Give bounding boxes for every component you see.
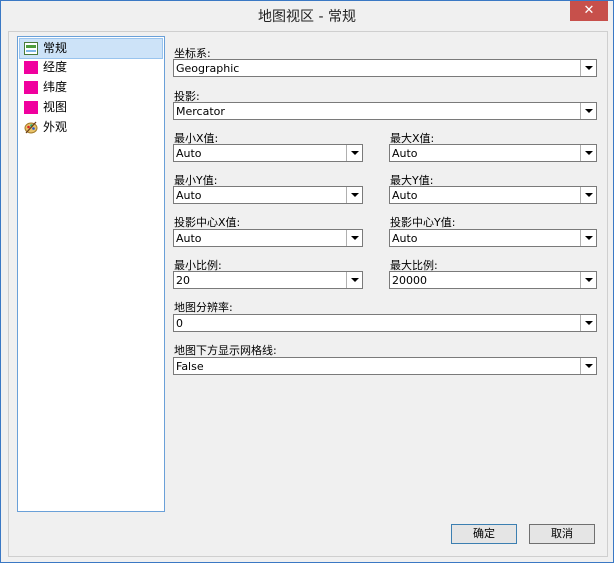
close-button[interactable]: ✕ <box>570 1 608 21</box>
max-y-value: Auto <box>392 189 418 202</box>
nav-item-latitude[interactable]: 纬度 <box>20 78 162 97</box>
max-scale-select[interactable]: 20000 <box>389 271 597 289</box>
dialog-content: 常规 经度 纬度 视图 外观 坐标系: Geographic 投影: Merca… <box>8 31 608 557</box>
max-x-value: Auto <box>392 147 418 160</box>
chevron-down-icon[interactable] <box>346 187 362 203</box>
map-resolution-label: 地图分辨率: <box>174 301 233 314</box>
pink-square-icon <box>24 81 38 94</box>
window-title: 地图视区 - 常规 <box>258 9 356 25</box>
ok-button[interactable]: 确定 <box>451 524 517 544</box>
chevron-down-icon[interactable] <box>580 145 596 161</box>
show-gridlines-select[interactable]: False <box>173 357 597 375</box>
nav-item-label: 视图 <box>43 100 68 114</box>
projection-value: Mercator <box>176 105 225 118</box>
projection-select[interactable]: Mercator <box>173 102 597 120</box>
nav-item-longitude[interactable]: 经度 <box>20 58 162 77</box>
title-bar: 地图视区 - 常规 ✕ <box>1 1 613 31</box>
max-y-select[interactable]: Auto <box>389 186 597 204</box>
chevron-down-icon[interactable] <box>580 103 596 119</box>
min-y-value: Auto <box>176 189 202 202</box>
chevron-down-icon[interactable] <box>580 358 596 374</box>
max-x-select[interactable]: Auto <box>389 144 597 162</box>
chevron-down-icon[interactable] <box>580 272 596 288</box>
min-x-select[interactable]: Auto <box>173 144 363 162</box>
dialog-window: 地图视区 - 常规 ✕ 常规 经度 纬度 视图 外观 坐标系: Geograph… <box>0 0 614 563</box>
map-resolution-value: 0 <box>176 317 183 330</box>
map-resolution-select[interactable]: 0 <box>173 314 597 332</box>
nav-item-view[interactable]: 视图 <box>20 98 162 117</box>
chevron-down-icon[interactable] <box>580 230 596 246</box>
chevron-down-icon[interactable] <box>346 230 362 246</box>
chevron-down-icon[interactable] <box>346 145 362 161</box>
show-gridlines-label: 地图下方显示网格线: <box>174 344 277 357</box>
projection-center-x-value: Auto <box>176 232 202 245</box>
coordinate-system-value: Geographic <box>176 62 240 75</box>
min-scale-select[interactable]: 20 <box>173 271 363 289</box>
projection-center-y-label: 投影中心Y值: <box>390 216 456 229</box>
category-list: 常规 经度 纬度 视图 外观 <box>17 36 165 512</box>
general-icon <box>24 42 38 55</box>
nav-item-appearance[interactable]: 外观 <box>20 118 162 137</box>
show-gridlines-value: False <box>176 360 204 373</box>
nav-item-general[interactable]: 常规 <box>19 38 163 59</box>
palette-icon <box>24 121 38 134</box>
min-scale-value: 20 <box>176 274 190 287</box>
coordinate-system-select[interactable]: Geographic <box>173 59 597 77</box>
nav-item-label: 经度 <box>43 60 68 74</box>
projection-center-x-select[interactable]: Auto <box>173 229 363 247</box>
cancel-button[interactable]: 取消 <box>529 524 595 544</box>
max-scale-value: 20000 <box>392 274 427 287</box>
projection-center-y-value: Auto <box>392 232 418 245</box>
nav-item-label: 纬度 <box>43 80 68 94</box>
nav-item-label: 常规 <box>43 41 68 55</box>
chevron-down-icon[interactable] <box>580 315 596 331</box>
chevron-down-icon[interactable] <box>346 272 362 288</box>
pink-square-icon <box>24 61 38 74</box>
chevron-down-icon[interactable] <box>580 187 596 203</box>
projection-center-x-label: 投影中心X值: <box>174 216 241 229</box>
chevron-down-icon[interactable] <box>580 60 596 76</box>
nav-item-label: 外观 <box>43 120 68 134</box>
projection-center-y-select[interactable]: Auto <box>389 229 597 247</box>
min-y-select[interactable]: Auto <box>173 186 363 204</box>
pink-square-icon <box>24 101 38 114</box>
min-x-value: Auto <box>176 147 202 160</box>
